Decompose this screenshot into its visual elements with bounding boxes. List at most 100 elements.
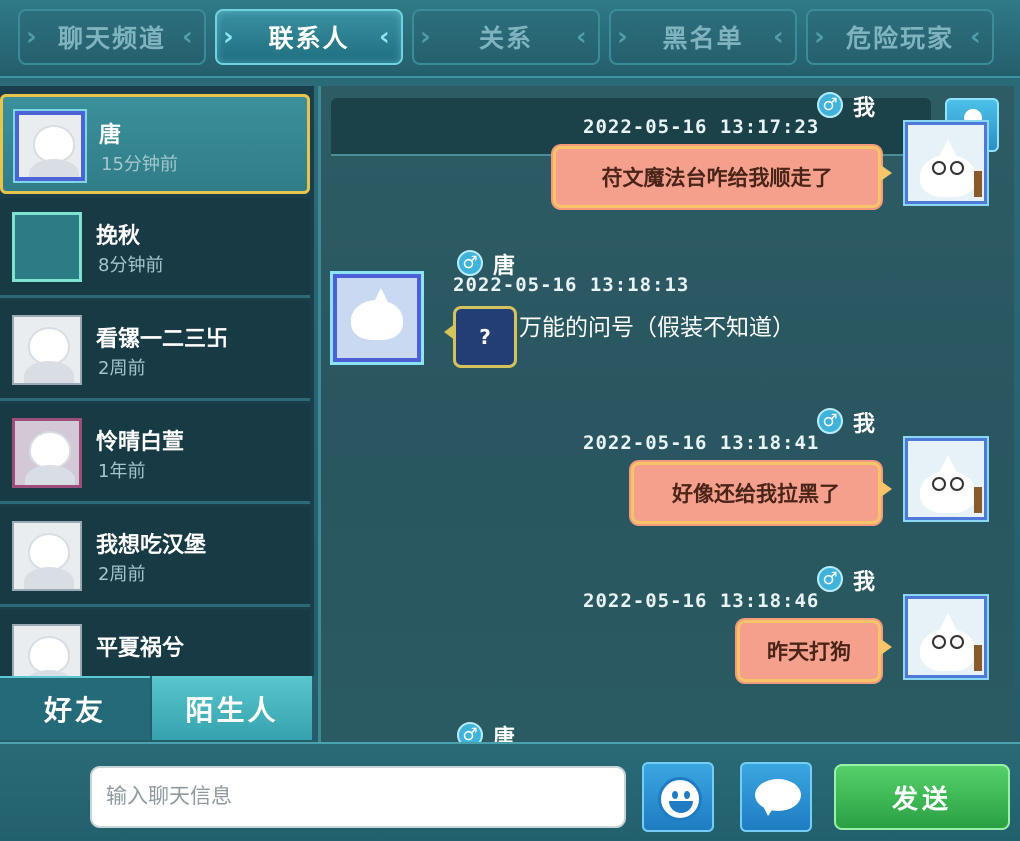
avatar-head-icon <box>31 433 69 467</box>
friends-tab[interactable]: 好友 <box>0 676 150 740</box>
send-button[interactable]: 发送 <box>834 764 1010 830</box>
contact-last-seen: 15分钟前 <box>101 154 178 175</box>
male-icon: ♂ <box>817 92 843 118</box>
bird-avatar-icon <box>920 471 976 513</box>
chevron-right-icon: › <box>814 22 827 52</box>
male-icon: ♂ <box>457 250 483 276</box>
message-bubble[interactable]: 昨天打狗 <box>737 620 892 682</box>
contact-item[interactable]: 唐 15分钟前 <box>0 94 310 194</box>
chevron-right-icon: › <box>26 22 39 52</box>
avatar[interactable] <box>905 122 987 204</box>
smiley-eye <box>672 791 678 799</box>
tab-relations[interactable]: › 关系 ‹ <box>412 9 600 65</box>
chevron-right-icon: › <box>420 22 433 52</box>
tab-label: 联系人 <box>268 24 350 53</box>
contact-name: 我想吃汉堡 <box>96 533 207 558</box>
male-icon: ♂ <box>817 566 843 592</box>
bird-avatar-icon <box>920 629 976 671</box>
avatar[interactable] <box>905 596 987 678</box>
contact-last-seen: 2周前 <box>98 358 146 379</box>
chevron-right-icon: › <box>617 22 630 52</box>
contact-name: 平夏祸兮 <box>96 636 185 661</box>
message-text: 苻文魔法台咋给我顺走了 <box>601 166 833 190</box>
contact-last-seen: 1年前 <box>98 461 146 482</box>
bubble-tail <box>878 637 892 657</box>
smiley-mouth <box>669 801 693 813</box>
glasses-icon <box>950 161 964 175</box>
message-text: ? <box>479 325 491 349</box>
message-timestamp: 2022-05-16 13:18:13 <box>453 274 690 296</box>
bubble-tail <box>878 163 892 183</box>
contact-name: 看镙一二三卐 <box>96 327 229 352</box>
avatar-body-icon <box>24 567 74 589</box>
emoji-button[interactable] <box>642 762 714 832</box>
chevron-left-icon: ‹ <box>576 22 589 52</box>
tab-chat-channel[interactable]: › 聊天频道 ‹ <box>18 9 206 65</box>
message-bubble[interactable]: 好像还给我拉黑了 <box>631 462 892 524</box>
chevron-right-icon: › <box>223 22 236 52</box>
contact-list[interactable]: 唐 15分钟前 挽秋 8分钟前 看镙一二三卐 2周前 怜晴白萱 1年前 我想吃汉… <box>0 86 314 676</box>
chat-input[interactable] <box>90 766 626 828</box>
tab-label: 危险玩家 <box>845 24 954 53</box>
avatar <box>12 521 82 591</box>
message-timestamp: 2022-05-16 13:18:46 <box>583 590 820 612</box>
tab-label: 聊天频道 <box>57 24 166 53</box>
contact-item[interactable]: 看镙一二三卐 2周前 <box>0 301 310 401</box>
glasses-icon <box>932 161 946 175</box>
avatar[interactable] <box>905 438 987 520</box>
quick-message-button[interactable] <box>740 762 812 832</box>
caption-overlay: 万能的问号（假装不知道） <box>519 314 795 340</box>
chat-window: › 聊天频道 ‹ › 联系人 ‹ › 关系 ‹ › 黑名单 ‹ › 危险玩家 ‹ <box>0 0 1020 841</box>
chevron-left-icon: ‹ <box>379 22 392 52</box>
message-sender: 唐 <box>493 726 516 742</box>
tab-blacklist[interactable]: › 黑名单 ‹ <box>609 9 797 65</box>
avatar[interactable] <box>333 274 421 362</box>
avatar-head-icon <box>30 638 68 672</box>
character-avatar-icon <box>351 300 403 340</box>
list-toggle: 好友 陌生人 <box>0 676 314 740</box>
message-sender: 我 <box>853 570 876 595</box>
tab-contacts[interactable]: › 联系人 ‹ <box>215 9 403 65</box>
tab-label: 黑名单 <box>662 24 744 53</box>
smiley-icon <box>658 777 702 821</box>
avatar <box>12 624 82 676</box>
tab-dangerous-players[interactable]: › 危险玩家 ‹ <box>806 9 994 65</box>
strangers-tab[interactable]: 陌生人 <box>152 676 312 740</box>
male-icon: ♂ <box>817 408 843 434</box>
avatar-body-icon <box>25 465 75 485</box>
message-timestamp: 2022-05-16 13:17:23 <box>583 116 820 138</box>
contact-last-seen: 2周前 <box>98 564 146 585</box>
message-sender: 我 <box>853 412 876 437</box>
avatar <box>15 111 85 181</box>
palm-tree-icon <box>974 487 982 513</box>
bird-avatar-icon <box>920 155 976 197</box>
contact-name: 挽秋 <box>96 224 141 249</box>
speech-bubble-tail <box>762 804 776 816</box>
avatar-body-icon <box>29 159 79 177</box>
avatar-head-icon <box>30 329 68 363</box>
avatar-head-icon <box>35 127 73 161</box>
palm-tree-icon <box>974 645 982 671</box>
avatar <box>12 315 82 385</box>
bubble-tail <box>878 479 892 499</box>
contact-name: 怜晴白萱 <box>96 430 185 455</box>
chat-history[interactable]: ♂ 我 2022-05-16 13:17:23 苻文魔法台咋给我顺走了 ♂ 唐 … <box>318 86 1014 742</box>
contact-item[interactable]: 平夏祸兮 <box>0 610 310 676</box>
tab-label: 关系 <box>478 24 533 53</box>
chevron-left-icon: ‹ <box>773 22 786 52</box>
contact-item[interactable]: 我想吃汉堡 2周前 <box>0 507 310 607</box>
contact-last-seen: 8分钟前 <box>98 255 164 276</box>
message-sender: 我 <box>853 96 876 121</box>
bubble-tail <box>444 323 456 341</box>
contact-item[interactable]: 挽秋 8分钟前 <box>0 198 310 298</box>
message-bubble[interactable]: 苻文魔法台咋给我顺走了 <box>553 146 892 208</box>
avatar-body-icon <box>24 361 74 383</box>
avatar <box>12 212 82 282</box>
contact-item[interactable]: 怜晴白萱 1年前 <box>0 404 310 504</box>
avatar <box>12 418 82 488</box>
glasses-icon <box>932 477 946 491</box>
top-tab-bar: › 聊天频道 ‹ › 联系人 ‹ › 关系 ‹ › 黑名单 ‹ › 危险玩家 ‹ <box>0 0 1020 78</box>
palm-tree-icon <box>974 171 982 197</box>
glasses-icon <box>950 635 964 649</box>
message-bubble[interactable]: ? <box>444 306 517 368</box>
